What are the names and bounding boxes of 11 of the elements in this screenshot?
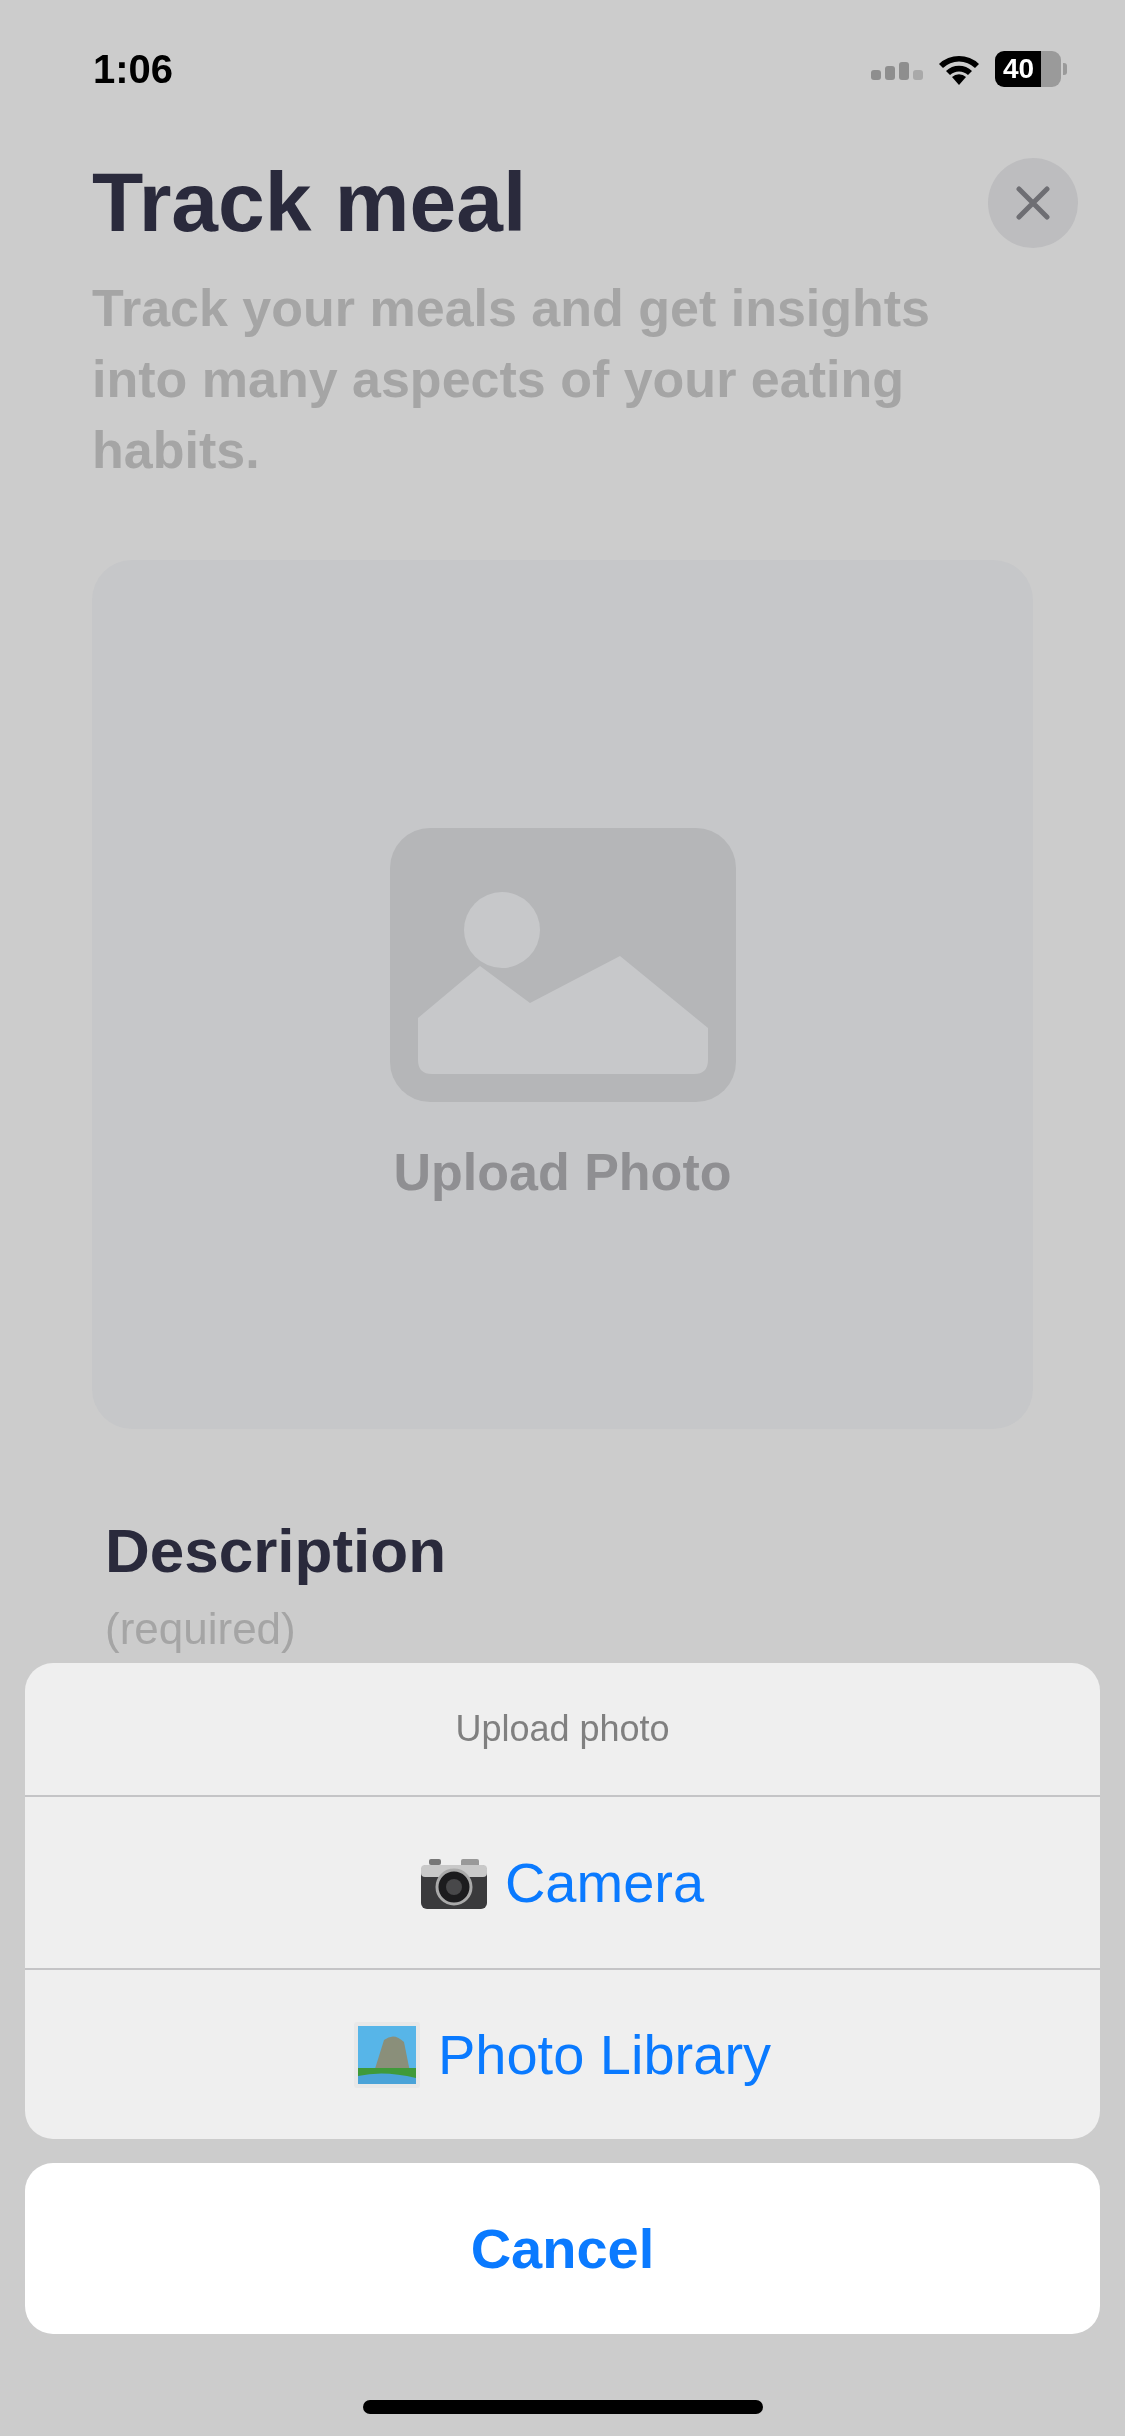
cancel-button[interactable]: Cancel <box>25 2163 1100 2334</box>
photo-upload-area[interactable]: Upload Photo <box>92 560 1033 1429</box>
sheet-title: Upload photo <box>25 1663 1100 1797</box>
camera-icon <box>420 1856 487 1909</box>
description-label: Description <box>105 1515 448 1586</box>
sheet-action[interactable]: Photo Library <box>25 1968 1100 2139</box>
status-time: 1:06 <box>93 46 174 92</box>
page-title: Track meal <box>92 154 527 251</box>
sheet-action[interactable]: Camera <box>25 1797 1100 1968</box>
wifi-icon <box>937 53 981 85</box>
landscape-icon <box>353 2021 420 2088</box>
